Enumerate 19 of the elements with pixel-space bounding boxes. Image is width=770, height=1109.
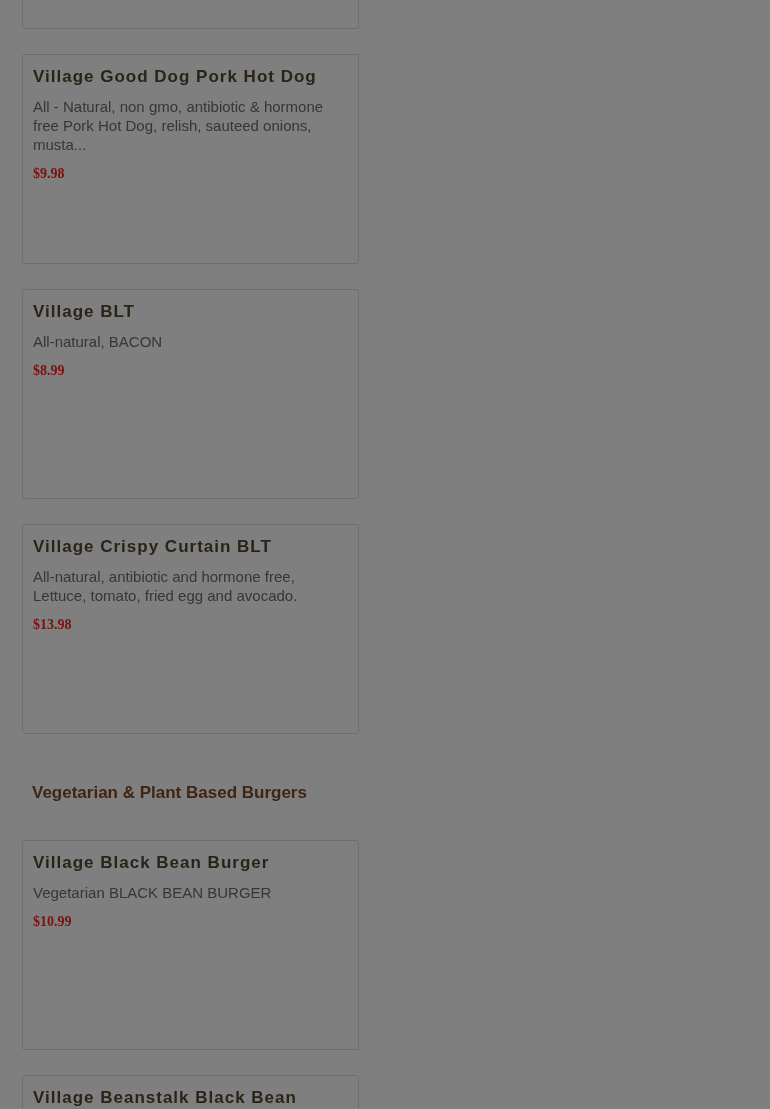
- item-name: Village BLT: [33, 301, 136, 323]
- item-description: All-natural, BACON: [33, 332, 164, 351]
- item-price: $8.99: [33, 362, 66, 380]
- item-name: Village Beanstalk Black Bean: [33, 1087, 298, 1109]
- item-price: $9.98: [33, 165, 66, 183]
- item-description: Vegetarian BLACK BEAN BURGER: [33, 883, 273, 902]
- menu-card[interactable]: Village Beanstalk Black Bean: [22, 1075, 359, 1109]
- menu-card[interactable]: Village Good Dog Pork Hot Dog All - Natural, non gmo, antibiotic & hormone free Pork Hot Dog, relish, sauteed onions, musta... $9.98: [22, 54, 359, 264]
- item-price: $13.98: [33, 616, 73, 634]
- item-name: Village Crispy Curtain BLT: [33, 536, 273, 558]
- menu-card[interactable]: Village BLT All-natural, BACON $8.99: [22, 289, 359, 499]
- item-description: All - Natural, non gmo, antibiotic & hormone free Pork Hot Dog, relish, sauteed onions, musta...: [33, 97, 325, 154]
- section-heading: Vegetarian & Plant Based Burgers: [32, 782, 307, 804]
- item-description: All-natural, antibiotic and hormone free, Lettuce, tomato, fried egg and avocado.: [33, 567, 299, 605]
- item-price: $10.99: [33, 913, 73, 931]
- menu-card[interactable]: Village Crispy Curtain BLT All-natural, antibiotic and hormone free, Lettuce, tomato, fried egg and avocado. $13.98: [22, 524, 359, 734]
- menu-card[interactable]: Village Black Bean Burger Vegetarian BLACK BEAN BURGER $10.99: [22, 840, 359, 1050]
- item-name: Village Black Bean Burger: [33, 852, 271, 874]
- item-name: Village Good Dog Pork Hot Dog: [33, 66, 318, 88]
